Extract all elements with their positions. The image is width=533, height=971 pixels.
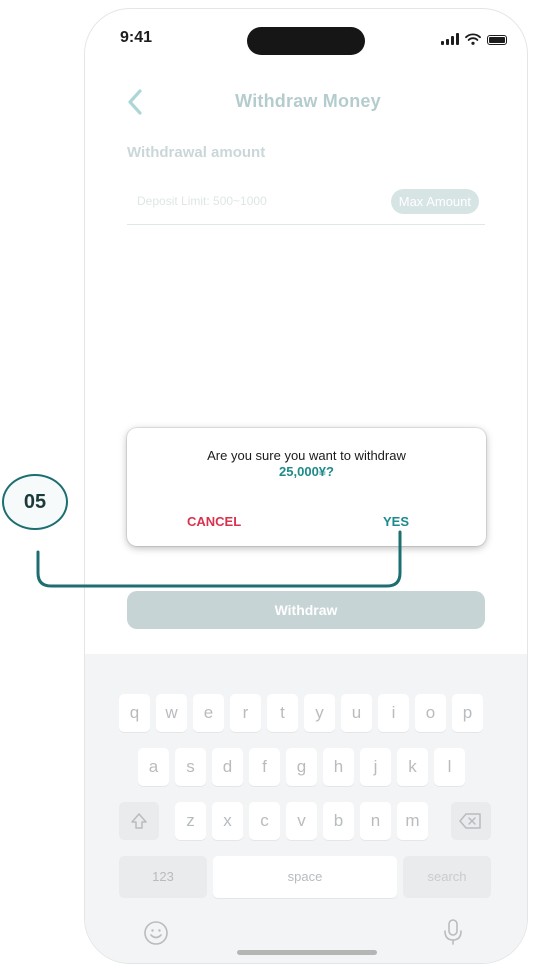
max-amount-button[interactable]: Max Amount — [390, 189, 479, 214]
status-time: 9:41 — [120, 29, 153, 46]
key-x[interactable]: x — [212, 802, 243, 840]
key-l[interactable]: l — [434, 748, 465, 786]
keyboard: qwertyuiop asdfghjkl zxcvbnm 123 space s… — [85, 654, 527, 963]
key-q[interactable]: q — [119, 694, 150, 732]
withdraw-button[interactable]: Withdraw — [127, 591, 485, 629]
key-j[interactable]: j — [360, 748, 391, 786]
key-p[interactable]: p — [452, 694, 483, 732]
key-v[interactable]: v — [286, 802, 317, 840]
key-e[interactable]: e — [193, 694, 224, 732]
key-f[interactable]: f — [249, 748, 280, 786]
numbers-key[interactable]: 123 — [119, 856, 207, 898]
home-indicator — [237, 950, 377, 955]
key-s[interactable]: s — [175, 748, 206, 786]
amount-input[interactable]: Deposit Limit: 500~1000 Max Amount — [127, 185, 485, 225]
key-g[interactable]: g — [286, 748, 317, 786]
amount-placeholder: Deposit Limit: 500~1000 — [137, 194, 267, 208]
backspace-icon — [459, 813, 481, 829]
key-k[interactable]: k — [397, 748, 428, 786]
key-a[interactable]: a — [138, 748, 169, 786]
signal-icon — [441, 33, 459, 45]
key-h[interactable]: h — [323, 748, 354, 786]
phone-frame: 9:41 Withdraw Money Withdrawal amount De… — [84, 8, 528, 964]
key-o[interactable]: o — [415, 694, 446, 732]
backspace-key[interactable] — [451, 802, 491, 840]
key-r[interactable]: r — [230, 694, 261, 732]
key-d[interactable]: d — [212, 748, 243, 786]
key-t[interactable]: t — [267, 694, 298, 732]
key-y[interactable]: y — [304, 694, 335, 732]
shift-icon — [131, 813, 147, 829]
key-u[interactable]: u — [341, 694, 372, 732]
key-b[interactable]: b — [323, 802, 354, 840]
space-key[interactable]: space — [213, 856, 397, 898]
dialog-amount: 25,000¥? — [279, 464, 334, 479]
emoji-icon[interactable] — [143, 920, 169, 946]
search-key[interactable]: search — [403, 856, 491, 898]
dynamic-island — [247, 27, 365, 55]
amount-label: Withdrawal amount — [127, 144, 266, 161]
confirm-dialog: Are you sure you want to withdraw 25,000… — [127, 428, 486, 546]
key-c[interactable]: c — [249, 802, 280, 840]
cancel-button[interactable]: CANCEL — [187, 514, 241, 529]
step-number-badge: 05 — [2, 474, 68, 530]
key-i[interactable]: i — [378, 694, 409, 732]
shift-key[interactable] — [119, 802, 159, 840]
key-z[interactable]: z — [175, 802, 206, 840]
key-m[interactable]: m — [397, 802, 428, 840]
wifi-icon — [465, 33, 481, 45]
yes-button[interactable]: YES — [383, 514, 409, 529]
key-w[interactable]: w — [156, 694, 187, 732]
page-title: Withdraw Money — [235, 91, 381, 111]
status-icons — [441, 29, 507, 45]
dialog-message: Are you sure you want to withdraw — [207, 448, 406, 463]
key-n[interactable]: n — [360, 802, 391, 840]
battery-icon — [487, 35, 507, 45]
microphone-icon[interactable] — [443, 918, 463, 946]
